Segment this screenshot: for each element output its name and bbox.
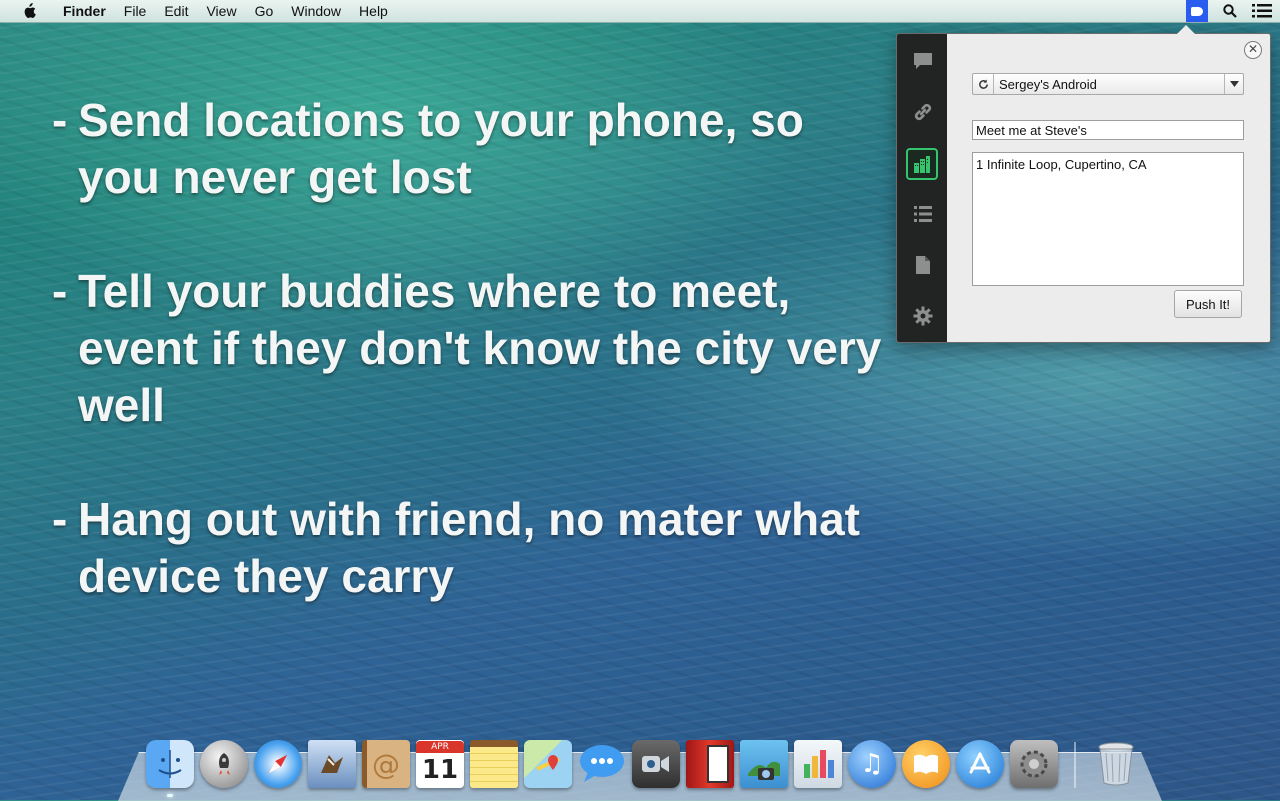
title-field[interactable]	[972, 120, 1244, 140]
menu-edit[interactable]: Edit	[155, 3, 197, 19]
popover-arrow	[1177, 25, 1195, 34]
safari-icon[interactable]	[254, 740, 302, 788]
system-preferences-icon[interactable]	[1010, 740, 1058, 788]
messages-icon[interactable]	[578, 740, 626, 788]
calendar-month: APR	[416, 741, 464, 753]
settings-icon[interactable]	[908, 301, 938, 331]
maps-icon[interactable]	[524, 740, 572, 788]
menu-bar: Finder File Edit View Go Window Help	[0, 0, 1280, 23]
notification-center-icon[interactable]	[1246, 0, 1278, 22]
calendar-icon[interactable]: APR 11	[416, 740, 464, 788]
mail-icon[interactable]	[308, 740, 356, 788]
close-button[interactable]: ✕	[1244, 41, 1262, 59]
spotlight-search-icon[interactable]	[1214, 0, 1246, 22]
feature-item: - Tell your buddies where to meet, event…	[52, 263, 892, 434]
link-icon[interactable]	[908, 97, 938, 127]
feature-item: - Hang out with friend, no mater what de…	[52, 491, 892, 605]
iphoto-icon[interactable]	[740, 740, 788, 788]
push-popover: ✕ Sergey's Android 1 Infinite Loop, Cupe…	[896, 25, 1271, 343]
bullet-dash: -	[52, 493, 68, 545]
contacts-icon[interactable]: @	[362, 740, 410, 788]
pushbullet-status-icon[interactable]	[1186, 0, 1208, 22]
launchpad-icon[interactable]	[200, 740, 248, 788]
feature-list: - Send locations to your phone, so you n…	[52, 92, 892, 662]
address-field[interactable]: 1 Infinite Loop, Cupertino, CA	[972, 152, 1244, 286]
bullet-dash: -	[52, 265, 68, 317]
refresh-icon[interactable]	[973, 74, 994, 94]
address-icon[interactable]	[906, 148, 938, 180]
note-icon[interactable]	[908, 46, 938, 76]
numbers-icon[interactable]	[794, 740, 842, 788]
facetime-icon[interactable]	[632, 740, 680, 788]
ibooks-icon[interactable]	[902, 740, 950, 788]
trash-icon[interactable]	[1092, 740, 1140, 788]
running-indicator	[167, 794, 173, 797]
feature-item: - Send locations to your phone, so you n…	[52, 92, 892, 206]
bullet-dash: -	[52, 94, 68, 146]
menu-go[interactable]: Go	[246, 3, 283, 19]
chevron-down-icon[interactable]	[1224, 74, 1243, 94]
app-store-icon[interactable]	[956, 740, 1004, 788]
calendar-day: 11	[421, 755, 459, 785]
dock: @ APR 11 ♫	[146, 736, 1140, 797]
device-select[interactable]: Sergey's Android	[972, 73, 1244, 95]
menu-finder[interactable]: Finder	[54, 3, 115, 19]
menu-file[interactable]: File	[115, 3, 156, 19]
menu-help[interactable]: Help	[350, 3, 397, 19]
dock-separator	[1074, 742, 1076, 788]
photo-booth-icon[interactable]	[686, 740, 734, 788]
device-name: Sergey's Android	[999, 76, 1097, 92]
finder-icon[interactable]	[146, 740, 194, 797]
file-icon[interactable]	[908, 250, 938, 280]
feature-text: Send locations to your phone, so you nev…	[78, 94, 804, 203]
feature-text: Hang out with friend, no mater what devi…	[78, 493, 860, 602]
push-type-sidebar	[897, 34, 947, 342]
list-icon[interactable]	[908, 199, 938, 229]
menu-view[interactable]: View	[197, 3, 245, 19]
feature-text: Tell your buddies where to meet, event i…	[78, 265, 882, 431]
notes-icon[interactable]	[470, 740, 518, 788]
push-button[interactable]: Push It!	[1174, 290, 1242, 318]
itunes-icon[interactable]: ♫	[848, 740, 896, 788]
apple-logo-icon[interactable]	[20, 3, 38, 19]
menu-window[interactable]: Window	[282, 3, 350, 19]
